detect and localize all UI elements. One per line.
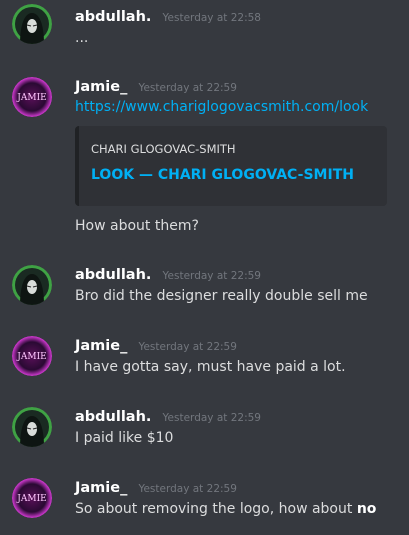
message-text: I paid like $10 <box>75 430 174 446</box>
hooded-figure-avatar-icon[interactable] <box>12 407 52 447</box>
username[interactable]: Jamie_ <box>75 338 127 354</box>
svg-text:JAMIE: JAMIE <box>16 93 46 103</box>
message-text: So about removing the logo, how about no <box>75 501 376 517</box>
message-header: abdullah. Yesterday at 22:59 <box>75 264 261 283</box>
neon-jamie-avatar-icon[interactable]: JAMIE <box>12 336 52 376</box>
message-link[interactable]: https://www.chariglogovacsmith.com/look <box>75 99 368 115</box>
message-text: Bro did the designer really double sell … <box>75 288 368 304</box>
message-header: Jamie_ Yesterday at 22:59 <box>75 477 237 496</box>
link-embed: CHARI GLOGOVAC-SMITH LOOK — CHARI GLOGOV… <box>75 126 387 206</box>
username[interactable]: abdullah. <box>75 409 151 425</box>
timestamp[interactable]: Yesterday at 22:59 <box>163 270 261 282</box>
timestamp[interactable]: Yesterday at 22:59 <box>138 341 236 353</box>
neon-jamie-avatar-icon[interactable]: JAMIE <box>12 77 52 117</box>
hooded-figure-avatar-icon[interactable] <box>12 4 52 44</box>
svg-text:JAMIE: JAMIE <box>16 352 46 362</box>
username[interactable]: Jamie_ <box>75 79 127 95</box>
message-header: abdullah. Yesterday at 22:59 <box>75 406 261 425</box>
message-text: I have gotta say, must have paid a lot. <box>75 359 346 375</box>
username[interactable]: abdullah. <box>75 9 151 25</box>
message-header: abdullah. Yesterday at 22:58 <box>75 6 261 25</box>
timestamp[interactable]: Yesterday at 22:59 <box>138 82 236 94</box>
message-text: How about them? <box>75 218 199 234</box>
message-text-bold: no <box>356 501 377 517</box>
message-header: Jamie_ Yesterday at 22:59 <box>75 76 237 95</box>
timestamp[interactable]: Yesterday at 22:59 <box>163 412 261 424</box>
message-header: Jamie_ Yesterday at 22:59 <box>75 335 237 354</box>
timestamp[interactable]: Yesterday at 22:59 <box>138 483 236 495</box>
username[interactable]: Jamie_ <box>75 480 127 496</box>
svg-text:JAMIE: JAMIE <box>16 494 46 504</box>
hooded-figure-avatar-icon[interactable] <box>12 265 52 305</box>
message-text-plain: So about removing the logo, how about <box>75 501 357 517</box>
embed-title[interactable]: LOOK — CHARI GLOGOVAC-SMITH <box>91 167 354 183</box>
timestamp[interactable]: Yesterday at 22:58 <box>163 12 261 24</box>
neon-jamie-avatar-icon[interactable]: JAMIE <box>12 478 52 518</box>
message-link-line: https://www.chariglogovacsmith.com/look <box>75 99 368 115</box>
message-text: ... <box>75 30 89 46</box>
embed-provider[interactable]: CHARI GLOGOVAC-SMITH <box>91 142 236 156</box>
username[interactable]: abdullah. <box>75 267 151 283</box>
